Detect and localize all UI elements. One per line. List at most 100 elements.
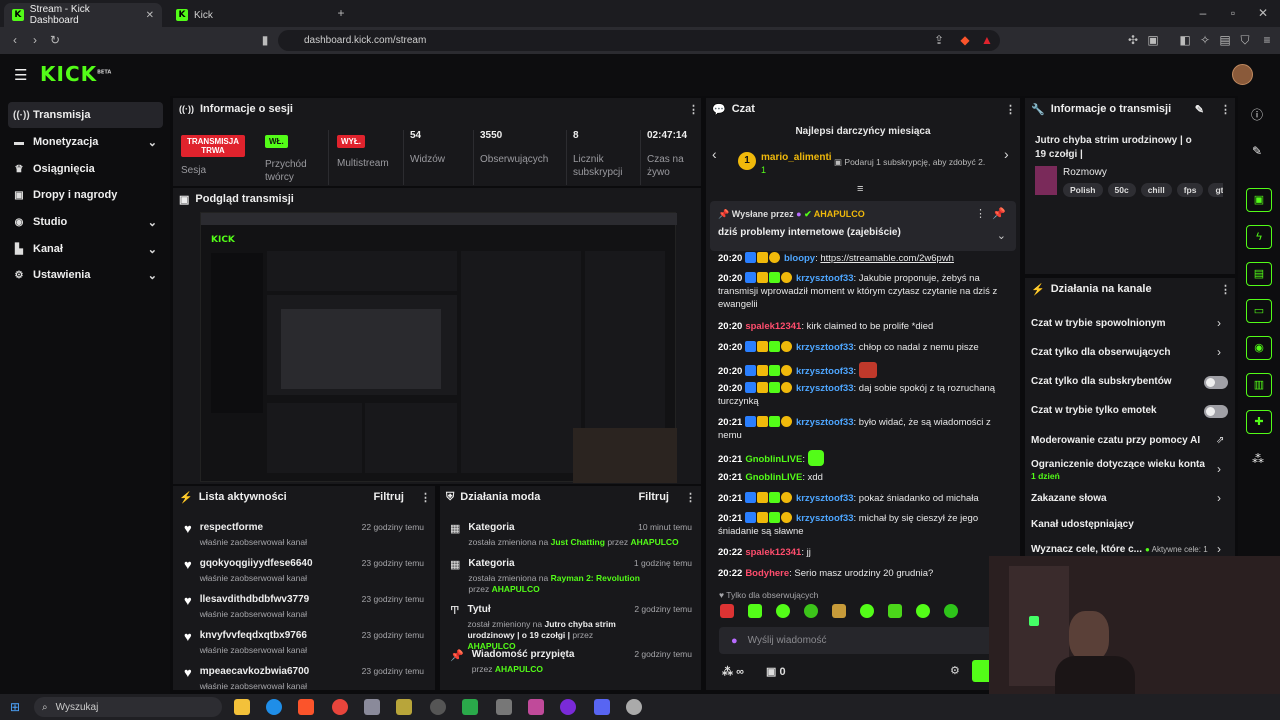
chat-message[interactable]: 20:21 krzysztoof33: pokaż śniadanko od m… [718, 492, 1013, 505]
chrome-icon[interactable] [332, 699, 348, 715]
gifter-name[interactable]: mario_alimenti [761, 152, 832, 163]
tag[interactable]: Polish [1063, 183, 1103, 197]
minimize-icon[interactable]: – [1196, 6, 1210, 20]
message-text[interactable]: https://streamable.com/2w6pwh [820, 253, 954, 264]
tag[interactable]: chill [1140, 183, 1172, 197]
action-account-age[interactable]: Ograniczenie dotyczące wieku konta [1031, 459, 1231, 473]
list-item[interactable]: ♥ llesavdithdbdbfwv3779 właśnie zaobserwo… [184, 594, 430, 630]
more-options-icon[interactable]: ⋮ [1005, 103, 1016, 116]
action-followers-only[interactable]: Czat tylko dla obserwujących [1031, 347, 1231, 361]
list-item[interactable]: ♥ respectforme właśnie zaobserwował kanał… [184, 522, 430, 558]
kick-logo[interactable]: KICKBETA [40, 62, 111, 86]
rail-chat-button[interactable]: ▭ [1246, 299, 1272, 323]
leo-ai-icon[interactable]: ✧ [1198, 33, 1212, 47]
app-icon[interactable] [560, 699, 576, 715]
community-icon[interactable]: ⁂ [1252, 452, 1264, 466]
chevron-right-icon[interactable]: › [1217, 491, 1221, 505]
app-icon[interactable] [462, 699, 478, 715]
list-item[interactable]: ♥ mpeaecavkozbwia6700 właśnie zaobserwowa… [184, 666, 430, 690]
chat-input[interactable]: ● Wyślij wiadomość [719, 627, 997, 654]
more-options-icon[interactable]: ⋮ [688, 103, 699, 116]
collapse-icon[interactable]: ≡ [857, 183, 863, 195]
message-user[interactable]: krzysztoof33 [796, 417, 854, 428]
message-user[interactable]: spalek12341 [745, 547, 801, 558]
forward-icon[interactable]: › [28, 33, 42, 47]
edit-icon[interactable]: ✎ [1195, 103, 1204, 116]
chat-message[interactable]: 20:20 spalek12341: kirk claimed to be pro… [718, 320, 1013, 333]
emote-button[interactable] [944, 604, 958, 618]
tag[interactable]: gta [1208, 183, 1223, 197]
list-item[interactable]: ▦ Kategoria została zmieniona na Rayman … [450, 558, 692, 595]
gift-cta[interactable]: ▣ Podaruj 1 subskrypcję, aby zdobyć 2. [834, 157, 985, 168]
sidebar-item-osiagniecia[interactable]: ♛ Osiągnięcia [8, 156, 163, 182]
sidebar-item-monetyzacja[interactable]: ▬ Monetyzacja ⌄ [8, 129, 163, 155]
taskbar-search[interactable]: ⌕ Wyszukaj [34, 697, 222, 717]
rail-activity-button[interactable]: ϟ [1246, 225, 1272, 249]
file-explorer-icon[interactable] [234, 699, 250, 715]
info-icon[interactable]: ⓘ [1251, 106, 1263, 123]
vpn-icon[interactable]: ⛉ [1238, 33, 1252, 47]
hamburger-menu-icon[interactable]: ☰ [14, 66, 27, 84]
message-user[interactable]: krzysztoof33 [796, 513, 854, 524]
list-item[interactable]: 📌 Wiadomość przypięta przez AHAPULCO 2 g… [450, 649, 692, 675]
edit-icon[interactable]: ✎ [1252, 144, 1262, 158]
tag[interactable]: 50c [1107, 183, 1136, 197]
chat-message[interactable]: 20:20 bloopy: https://streamable.com/2w6… [718, 252, 1013, 265]
more-options-icon[interactable]: ⋮ [420, 491, 431, 504]
action-hosting-channel[interactable]: Kanał udostępniający [1031, 519, 1231, 533]
app-icon[interactable] [528, 699, 544, 715]
back-icon[interactable]: ‹ [8, 33, 22, 47]
rail-notes-button[interactable]: ▤ [1246, 262, 1272, 286]
chevron-right-icon[interactable]: › [1217, 345, 1221, 359]
filter-button[interactable]: Filtruj [373, 491, 404, 503]
tab-kick[interactable]: K Kick [168, 3, 326, 27]
chevron-right-icon[interactable]: › [1217, 316, 1221, 330]
emote-button[interactable] [888, 604, 902, 618]
chat-message[interactable]: 20:22 Bodyhere: Serio masz urodziny 20 gr… [718, 567, 1013, 580]
emote-button[interactable] [832, 604, 846, 618]
chevron-down-icon[interactable]: ⌄ [997, 229, 1006, 242]
unpin-icon[interactable]: 📌 [992, 207, 1006, 220]
app-icon[interactable] [626, 699, 642, 715]
action-emote-only[interactable]: Czat w trybie tylko emotek [1031, 405, 1231, 419]
gifts-info[interactable]: ▣ 0 [766, 665, 786, 678]
message-user[interactable]: Bodyhere [745, 568, 789, 579]
close-window-icon[interactable]: ✕ [1256, 6, 1270, 20]
more-options-icon[interactable]: ⋮ [1220, 103, 1231, 116]
list-item[interactable]: Ͳ Tytuł został zmieniony na Jutro chyba … [450, 604, 692, 652]
emote-button[interactable] [916, 604, 930, 618]
stream-category[interactable]: Rozmowy [1063, 167, 1107, 178]
brave-shield-icon[interactable]: ◆ [958, 33, 972, 47]
maximize-icon[interactable]: ▫ [1226, 6, 1240, 20]
avatar[interactable] [1232, 64, 1253, 85]
emote-only-toggle[interactable] [1204, 405, 1228, 418]
action-slow-mode[interactable]: Czat w trybie spowolnionym [1031, 318, 1231, 332]
action-banned-words[interactable]: Zakazane słowa [1031, 493, 1231, 507]
message-user[interactable]: krzysztoof33 [796, 342, 854, 353]
filter-button[interactable]: Filtruj [638, 491, 669, 503]
message-user[interactable]: GnoblinLIVE [745, 454, 802, 465]
chat-message[interactable]: 20:20 krzysztoof33: Jakubie proponuje, ż… [718, 272, 1013, 311]
message-user[interactable]: krzysztoof33 [796, 366, 854, 377]
bookmark-icon[interactable]: ▮ [258, 33, 272, 47]
more-options-icon[interactable]: ⋮ [1220, 283, 1231, 296]
chat-settings-icon[interactable]: ⚙ [950, 664, 960, 677]
close-tab-icon[interactable]: ✕ [146, 10, 154, 21]
list-item[interactable]: ▦ Kategoria została zmieniona na Just Ch… [450, 522, 692, 548]
chat-message[interactable]: 20:20 krzysztoof33: [718, 362, 1013, 378]
new-tab-icon[interactable]: + [334, 6, 348, 20]
chat-message[interactable]: 20:21 GnoblinLIVE: [718, 450, 1013, 466]
more-options-icon[interactable]: ⋮ [685, 491, 696, 504]
brave-rewards-icon[interactable]: ▲ [980, 33, 994, 47]
chat-message[interactable]: 20:21 krzysztoof33: było widać, że są wi… [718, 416, 1013, 442]
tab-search-icon[interactable]: ▣ [1146, 33, 1160, 47]
sidebar-item-transmisja[interactable]: ((·)) Transmisja [8, 102, 163, 128]
message-user[interactable]: bloopy [784, 253, 815, 264]
rail-mod-button[interactable]: ▥ [1246, 373, 1272, 397]
action-ai-moderation[interactable]: Moderowanie czatu przy pomocy AI [1031, 435, 1231, 449]
share-icon[interactable]: ⇪ [932, 33, 946, 47]
extensions-icon[interactable]: ✣ [1126, 33, 1140, 47]
sidebar-toggle-icon[interactable]: ◧ [1178, 33, 1192, 47]
message-user[interactable]: GnoblinLIVE [745, 472, 802, 483]
more-options-icon[interactable]: ⋮ [975, 207, 986, 220]
